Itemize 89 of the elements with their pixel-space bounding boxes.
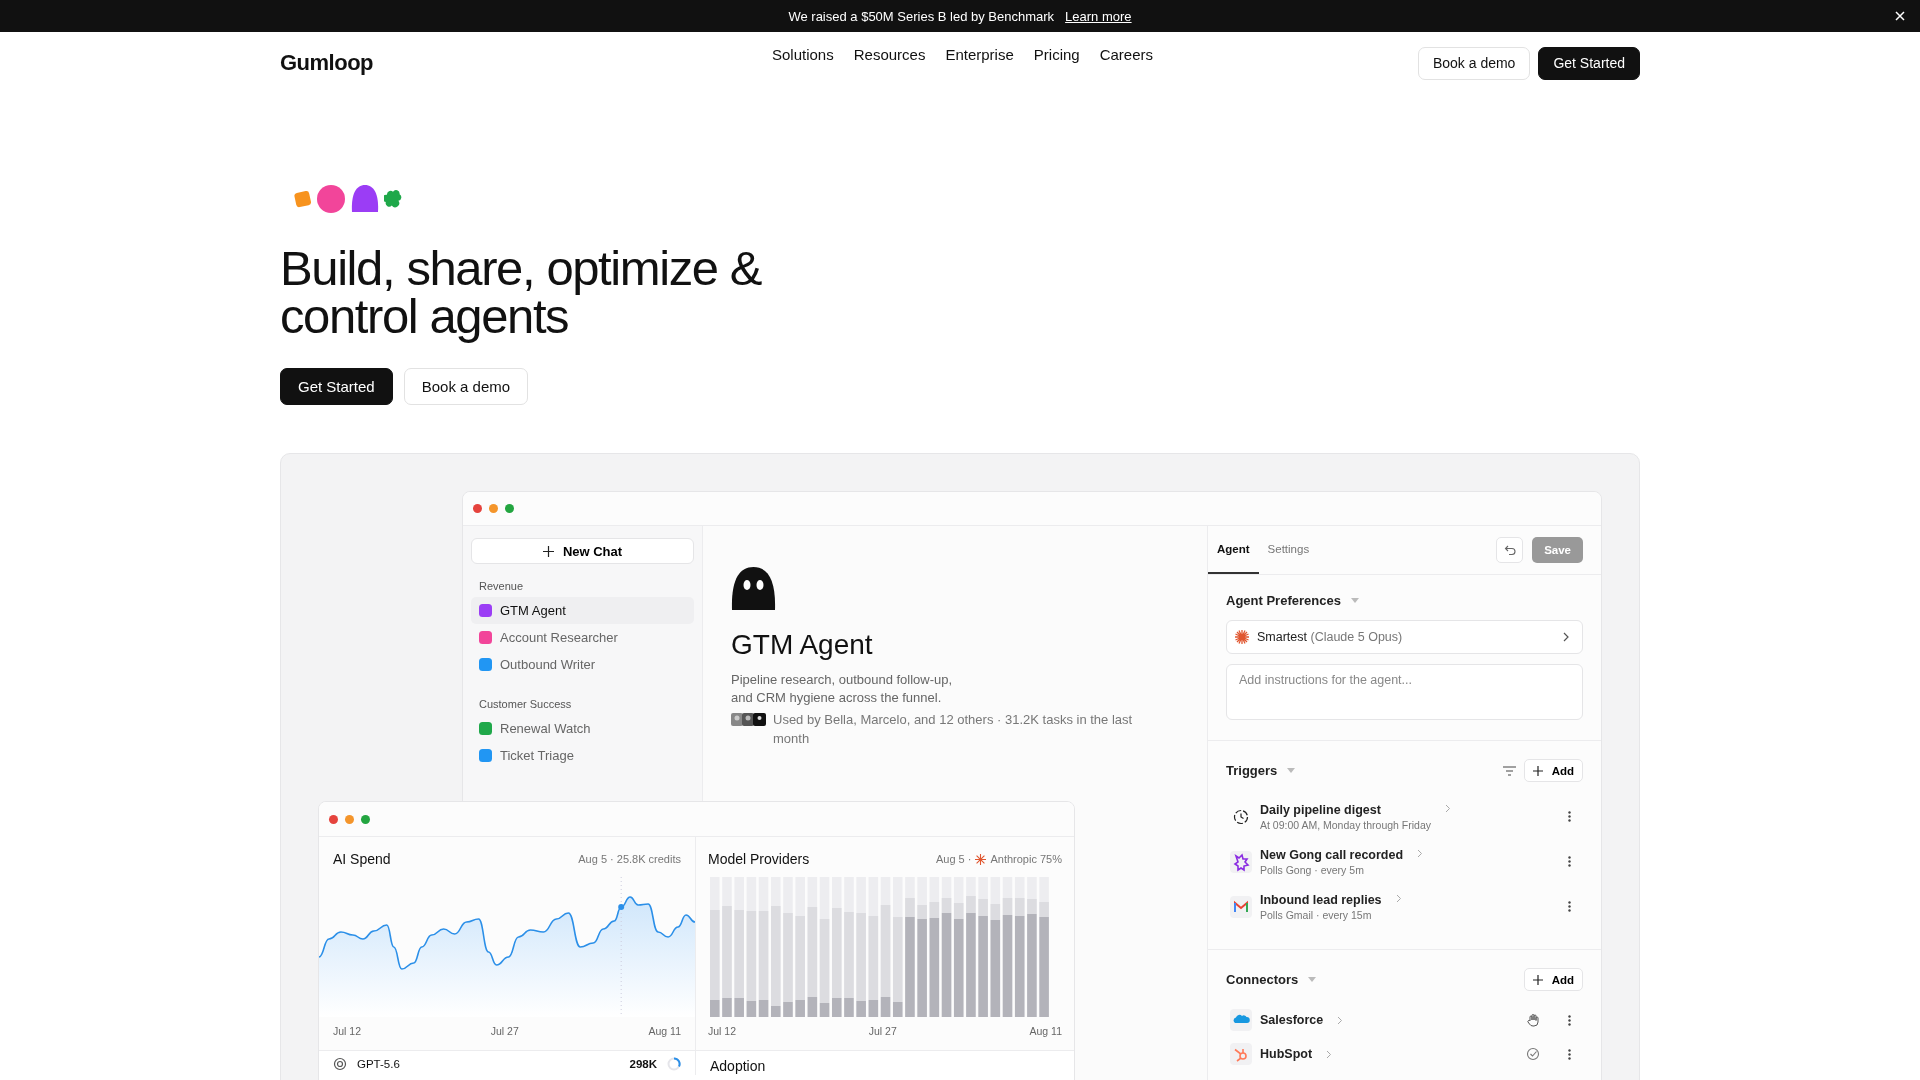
nav-link[interactable]: Careers <box>1099 46 1153 63</box>
model-selector[interactable]: Smartest (Claude 5 Opus) <box>1226 620 1583 654</box>
avatar-group-icon <box>731 713 767 726</box>
hub-icon <box>1230 1043 1252 1065</box>
more-icon[interactable] <box>1568 856 1571 867</box>
ghost-icon <box>731 566 776 611</box>
new-chat-button[interactable]: New Chat <box>471 538 694 564</box>
close-dot <box>329 814 338 824</box>
sidebar-item[interactable]: GTM Agent <box>471 597 694 624</box>
agent-description: Pipeline research, outbound follow-up, and CRM hygiene across the funnel. <box>731 671 954 707</box>
plus-icon <box>1532 765 1543 776</box>
gmail-icon <box>1230 895 1252 918</box>
plus-icon <box>1532 974 1543 985</box>
plus-icon <box>542 545 554 557</box>
chart-title: Model Providers <box>708 851 810 867</box>
check-circle-icon[interactable] <box>1526 1047 1540 1061</box>
chevron-icon <box>1326 1049 1333 1059</box>
chevron-icon <box>1445 804 1451 813</box>
chart-meta: Aug 5 · 25.8K credits <box>578 853 681 865</box>
gong-icon <box>1230 850 1252 873</box>
maximize-dot <box>505 504 514 513</box>
nav-link[interactable]: Resources <box>853 46 926 63</box>
chevron-icon <box>1337 1015 1344 1025</box>
connector-name[interactable]: Salesforce <box>1260 1013 1324 1027</box>
axis-label: Jul 27 <box>868 1025 897 1037</box>
group-label: Revenue <box>478 580 525 592</box>
undo-button[interactable] <box>1496 537 1524 563</box>
chevron-icon <box>1563 632 1570 642</box>
hand-icon[interactable] <box>1526 1013 1540 1027</box>
starburst-icon <box>1235 630 1249 644</box>
get-started-button[interactable]: Get Started <box>1538 46 1640 80</box>
minimize-dot <box>489 504 498 513</box>
more-icon[interactable] <box>1568 1014 1571 1026</box>
section-title: Adoption <box>710 1058 766 1074</box>
sidebar-item[interactable]: Account Researcher <box>471 624 694 651</box>
chevron-icon <box>1417 849 1424 858</box>
axis-label: Aug 11 <box>1029 1025 1062 1037</box>
tab[interactable]: Settings <box>1258 526 1319 574</box>
logo[interactable]: Gumloop <box>280 50 374 76</box>
model-value: 298K <box>629 1058 657 1070</box>
book-demo-button[interactable]: Book a demo <box>1417 46 1531 80</box>
maximize-dot <box>361 814 370 824</box>
chart-title: AI Spend <box>333 851 391 867</box>
model-name: GPT-5.6 <box>357 1058 400 1070</box>
minimize-dot <box>345 814 354 824</box>
nav-link[interactable]: Enterprise <box>945 46 1014 63</box>
connector-name[interactable]: HubSpot <box>1260 1047 1313 1061</box>
more-icon[interactable] <box>1568 811 1571 822</box>
chart-meta: Anthropic 75% <box>990 853 1062 865</box>
starburst-icon <box>975 853 987 865</box>
trigger-title[interactable]: Daily pipeline digest <box>1260 802 1381 817</box>
cloud-icon <box>1230 1009 1252 1031</box>
add-button[interactable]: Add <box>1523 759 1583 782</box>
usage-text: Used by Bella, Marcelo, and 12 others · 31.2K tasks in the last month <box>773 711 1134 748</box>
axis-label: Jul 27 <box>490 1025 519 1037</box>
group-label: Customer Success <box>478 698 573 710</box>
agent-title: GTM Agent <box>731 629 874 661</box>
more-icon[interactable] <box>1568 1048 1571 1060</box>
close-icon[interactable] <box>1894 10 1906 22</box>
trigger-title[interactable]: Inbound lead replies <box>1260 892 1382 907</box>
tab[interactable]: Agent <box>1208 526 1259 574</box>
instructions-field[interactable]: Add instructions for the agent... <box>1226 664 1583 720</box>
more-icon[interactable] <box>1568 901 1571 912</box>
trigger-subtitle: Polls Gong · every 5m <box>1260 863 1364 876</box>
axis-label: Jul 12 <box>708 1025 737 1037</box>
add-button[interactable]: Add <box>1523 968 1583 991</box>
chevron-icon <box>1395 894 1402 903</box>
chart-meta: Aug 5 · <box>936 853 972 865</box>
book-demo-button[interactable]: Book a demo <box>403 368 529 405</box>
announcement-text: We raised a $50M Series B led by Benchmark <box>788 8 1055 24</box>
sidebar-item[interactable]: Renewal Watch <box>471 715 694 742</box>
section-title: Agent Preferences <box>1226 593 1341 608</box>
section-title: Connectors <box>1226 972 1299 987</box>
filter-icon[interactable] <box>1502 765 1516 776</box>
nav-link[interactable]: Solutions <box>772 46 834 63</box>
undo-icon <box>1503 544 1516 556</box>
get-started-button[interactable]: Get Started <box>280 368 393 405</box>
axis-label: Aug 11 <box>648 1025 681 1037</box>
section-title: Triggers <box>1226 763 1278 778</box>
trigger-subtitle: At 09:00 AM, Monday through Friday <box>1260 818 1431 831</box>
close-dot <box>473 504 482 513</box>
axis-label: Jul 12 <box>333 1025 362 1037</box>
nav-link[interactable]: Pricing <box>1033 46 1080 63</box>
trigger-title[interactable]: New Gong call recorded <box>1260 847 1404 862</box>
sidebar-item[interactable]: Ticket Triage <box>471 742 694 769</box>
trigger-subtitle: Polls Gmail · every 15m <box>1260 908 1372 921</box>
sidebar-item[interactable]: Outbound Writer <box>471 651 694 678</box>
ring-icon <box>667 1057 681 1071</box>
learn-more-link[interactable]: Learn more <box>1065 8 1132 24</box>
